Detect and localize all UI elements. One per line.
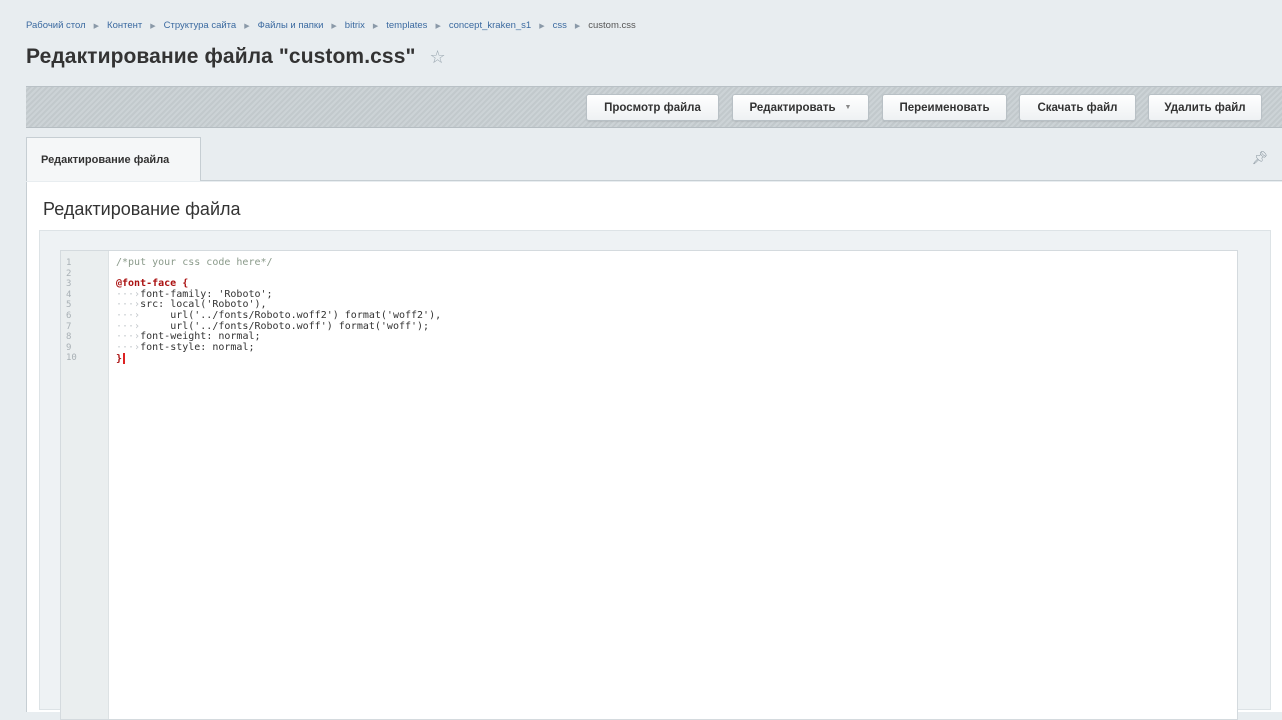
- chevron-right-icon: ▶: [331, 22, 337, 30]
- rename-button-label: Переименовать: [899, 101, 990, 114]
- rename-button[interactable]: Переименовать: [882, 94, 1007, 121]
- code-line: ···›font-weight: normal;: [116, 331, 1237, 343]
- code-text: font-style: normal;: [140, 341, 255, 353]
- tab-marker: ···›: [116, 341, 141, 353]
- code-text: src: local('Roboto'),: [140, 299, 267, 311]
- code-line: @font-face {: [116, 278, 189, 290]
- tab-marker: ···›: [116, 309, 171, 321]
- section-title: Редактирование файла: [43, 199, 241, 219]
- code-editor[interactable]: 1 2 3 4 5 6 7 8 9 10 /*put your css code…: [60, 250, 1238, 720]
- line-number: 8: [66, 332, 72, 343]
- line-number: 3: [66, 279, 72, 290]
- text-cursor: [123, 353, 126, 365]
- tab-edit-file[interactable]: Редактирование файла: [26, 137, 201, 181]
- breadcrumb-item-templates[interactable]: templates: [386, 20, 427, 31]
- tab-marker: ···›: [116, 299, 141, 311]
- breadcrumb-item-content[interactable]: Контент: [107, 20, 142, 31]
- breadcrumb-item-files-folders[interactable]: Файлы и папки: [258, 20, 324, 31]
- line-number: 9: [66, 342, 72, 353]
- tabs-bar: Редактирование файла 📌︎: [26, 137, 1282, 181]
- code-line: ···›font-style: normal;: [116, 341, 1237, 354]
- code-line: /*put your css code here*/: [116, 257, 273, 268]
- star-icon[interactable]: ☆: [430, 48, 446, 66]
- page-title: Редактирование файла "custom.css": [26, 45, 416, 68]
- breadcrumb-item-current: custom.css: [588, 20, 636, 31]
- code-line: ···› url('../fonts/Roboto.woff') format(…: [116, 320, 1237, 333]
- code-text: url('../fonts/Roboto.woff') format('woff…: [170, 320, 430, 332]
- chevron-down-icon: ▼: [844, 104, 852, 111]
- delete-file-button-label: Удалить файл: [1164, 101, 1246, 114]
- view-file-button[interactable]: Просмотр файла: [586, 94, 719, 121]
- tab-marker: ···›: [116, 320, 171, 332]
- code-text: font-weight: normal;: [140, 331, 261, 343]
- code-text: url('../fonts/Roboto.woff2') format('wof…: [170, 309, 442, 321]
- code-area[interactable]: /*put your css code here*/ @font-face { …: [109, 251, 1237, 719]
- breadcrumb-item-template[interactable]: concept_kraken_s1: [449, 20, 531, 31]
- chevron-right-icon: ▶: [244, 22, 250, 30]
- line-number: 1: [66, 258, 72, 268]
- chevron-right-icon: ▶: [574, 22, 581, 30]
- line-number: 7: [66, 321, 72, 332]
- code-text: }: [116, 353, 123, 365]
- download-file-button-label: Скачать файл: [1037, 101, 1118, 114]
- edit-button[interactable]: Редактировать ▼: [732, 94, 869, 121]
- code-line: }: [116, 353, 1237, 365]
- title-row: Редактирование файла "custom.css" ☆: [26, 45, 446, 69]
- breadcrumb-item-site-structure[interactable]: Структура сайта: [164, 20, 237, 31]
- download-file-button[interactable]: Скачать файл: [1019, 94, 1136, 121]
- line-number: 4: [66, 289, 72, 300]
- line-number-gutter: 1 2 3 4 5 6 7 8 9 10: [61, 251, 109, 719]
- tab-marker: ···›: [116, 288, 141, 300]
- delete-file-button[interactable]: Удалить файл: [1148, 94, 1262, 121]
- tab-edit-file-label: Редактирование файла: [41, 153, 170, 166]
- chevron-right-icon: ▶: [435, 22, 441, 30]
- code-text: font-family: 'Roboto';: [140, 288, 273, 300]
- chevron-right-icon: ▶: [93, 22, 100, 30]
- toolbar: Просмотр файла Редактировать ▼ Переимено…: [26, 86, 1282, 128]
- tab-marker: ···›: [116, 331, 141, 343]
- code-line: ···›font-family: 'Roboto';: [116, 288, 1237, 301]
- breadcrumb-item-desktop[interactable]: Рабочий стол: [26, 20, 86, 31]
- edit-panel: Редактирование файла 1 2 3 4 5 6 7 8 9 1…: [26, 182, 1282, 720]
- pin-icon[interactable]: 📌︎: [1251, 150, 1268, 166]
- line-number: 5: [66, 300, 72, 311]
- chevron-right-icon: ▶: [539, 22, 545, 30]
- chevron-right-icon: ▶: [372, 22, 379, 30]
- line-number: 6: [66, 310, 72, 321]
- line-number: 2: [66, 268, 72, 279]
- view-file-button-label: Просмотр файла: [604, 101, 701, 114]
- line-number: 10: [66, 353, 77, 364]
- edit-button-label: Редактировать: [749, 101, 836, 114]
- breadcrumb: Рабочий стол ▶ Контент ▶ Структура сайта…: [26, 20, 636, 31]
- chevron-right-icon: ▶: [150, 22, 156, 30]
- editor-container: 1 2 3 4 5 6 7 8 9 10 /*put your css code…: [39, 230, 1271, 720]
- breadcrumb-item-css[interactable]: css: [553, 20, 567, 31]
- breadcrumb-item-bitrix[interactable]: bitrix: [345, 20, 365, 31]
